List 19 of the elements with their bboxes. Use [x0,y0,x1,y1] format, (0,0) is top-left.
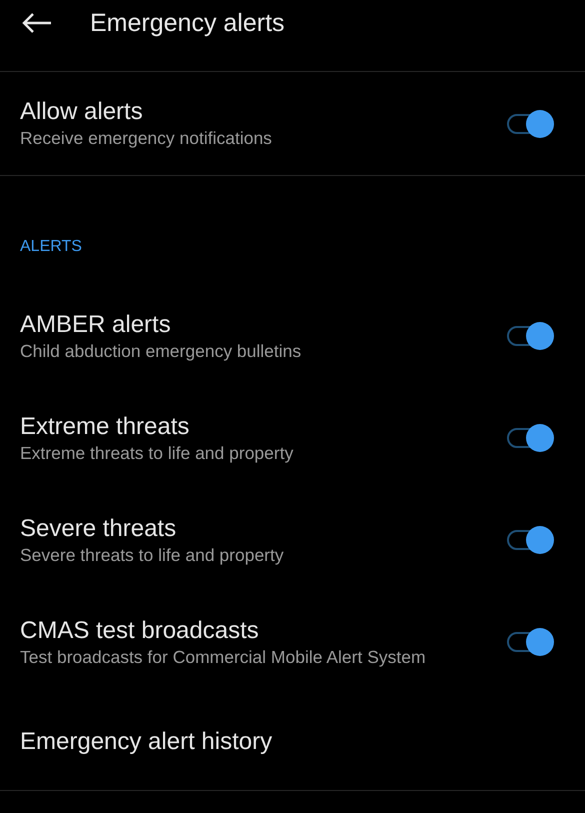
toggle-switch[interactable] [507,108,555,138]
toggle-switch[interactable] [507,627,555,657]
back-arrow-icon [22,13,52,33]
setting-title: Extreme threats [20,412,190,442]
toggle-switch[interactable] [507,423,555,453]
section-header: ALERTS [19,237,83,257]
toggle-switch[interactable] [507,525,555,555]
history-link[interactable]: Emergency alert history [20,726,440,756]
toggle-switch[interactable] [507,321,555,351]
screen-title: Emergency alerts [90,8,285,39]
setting-title: AMBER alerts [20,310,172,340]
setting-title: CMAS test broadcasts [20,616,260,646]
setting-description: Test broadcasts for Commercial Mobile Alert System [20,646,427,668]
setting-description: Severe threats to life and property [20,544,285,566]
setting-title: Severe threats [20,514,178,544]
setting-title: Allow alerts [20,97,144,127]
setting-description: Receive emergency notifications [20,127,273,150]
setting-description: Extreme threats to life and property [20,442,294,464]
setting-description: Child abduction emergency bulletins [20,340,302,362]
